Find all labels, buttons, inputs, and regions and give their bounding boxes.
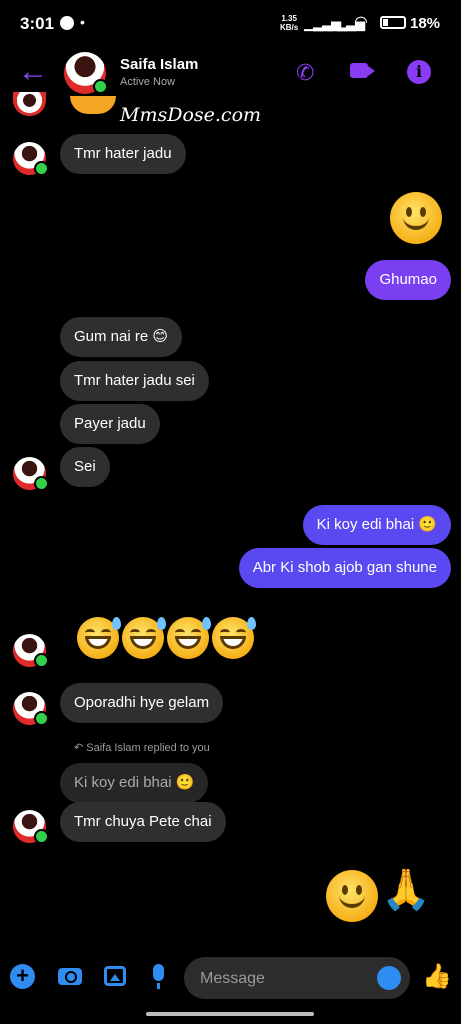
contact-avatar: [13, 692, 49, 726]
online-indicator: [34, 653, 49, 668]
network-speed-unit: KB/s: [280, 23, 299, 32]
outgoing-message[interactable]: Ghumao: [365, 260, 451, 300]
sweat-smile-emoji[interactable]: [122, 617, 166, 659]
status-time: 3:01: [20, 14, 55, 33]
battery-percent: 18%: [410, 15, 441, 32]
message-input[interactable]: [198, 967, 362, 991]
smile-emoji[interactable]: [390, 192, 442, 244]
sweat-smile-emoji[interactable]: [77, 617, 121, 659]
incoming-message[interactable]: Tmr chuya Pete chai: [60, 802, 226, 842]
presence-status: Active Now: [120, 76, 176, 88]
reply-label: Saifa Islam replied to you: [86, 742, 210, 754]
incoming-message[interactable]: Gum nai re 😊: [60, 317, 182, 357]
watermark: MmsDose.com: [120, 104, 262, 126]
outgoing-message[interactable]: Ki koy edi bhai 🙂: [302, 505, 451, 545]
gallery-icon[interactable]: [104, 966, 126, 986]
online-indicator: [34, 711, 49, 726]
status-dot: •: [80, 14, 85, 30]
thumbs-up-icon[interactable]: 👍: [422, 962, 452, 991]
online-indicator: [34, 476, 49, 491]
emoji-partial: [70, 96, 116, 114]
incoming-message[interactable]: Tmr hater jadu sei: [60, 361, 209, 401]
smile-emoji[interactable]: [326, 870, 378, 922]
network-speed-value: 1.35: [281, 14, 297, 23]
online-indicator: [34, 829, 49, 844]
battery-icon: [380, 16, 406, 29]
plus-icon[interactable]: +: [10, 964, 35, 989]
contact-avatar: [13, 457, 49, 491]
microphone-icon[interactable]: [153, 964, 164, 989]
contact-avatar: [13, 634, 49, 668]
online-indicator: [93, 79, 108, 94]
back-arrow-icon[interactable]: ←: [18, 57, 48, 87]
reply-indicator: ↶ Saifa Islam replied to you: [74, 741, 210, 754]
incoming-message[interactable]: Oporadhi hye gelam: [60, 683, 224, 723]
contact-name[interactable]: Saifa Islam: [120, 56, 198, 73]
online-indicator: [34, 161, 49, 176]
messenger-notification-icon: [60, 16, 74, 30]
wifi-icon: ◠: [354, 14, 368, 31]
phone-icon[interactable]: ✆: [296, 60, 314, 86]
status-bar: 3:01 • 1.35 KB/s ▁▂▃▅ ▁▂▃▅ ◠ 18%: [0, 0, 461, 48]
emoji-picker-icon[interactable]: [377, 966, 401, 990]
contact-avatar: [13, 810, 49, 844]
contact-avatar[interactable]: [64, 52, 108, 94]
network-speed: 1.35 KB/s: [280, 14, 298, 32]
outgoing-message[interactable]: Abr Ki shob ajob gan shune: [238, 548, 451, 588]
contact-avatar: [13, 142, 49, 176]
sweat-smile-emoji[interactable]: [167, 617, 211, 659]
contact-avatar-partial: [13, 92, 46, 116]
sweat-smile-emoji[interactable]: [212, 617, 256, 659]
folded-hands-emoji[interactable]: 🙏: [381, 866, 431, 913]
home-indicator[interactable]: [146, 1012, 314, 1016]
camera-icon[interactable]: [58, 968, 82, 985]
incoming-message[interactable]: Payer jadu: [60, 404, 160, 444]
quoted-message[interactable]: Ki koy edi bhai 🙂: [60, 763, 209, 803]
incoming-message[interactable]: Tmr hater jadu: [60, 134, 186, 174]
video-call-icon[interactable]: [350, 63, 375, 78]
incoming-message[interactable]: Sei: [60, 447, 110, 487]
reply-icon: ↶: [74, 742, 87, 754]
info-icon[interactable]: i: [407, 60, 431, 84]
message-composer[interactable]: [184, 957, 410, 999]
